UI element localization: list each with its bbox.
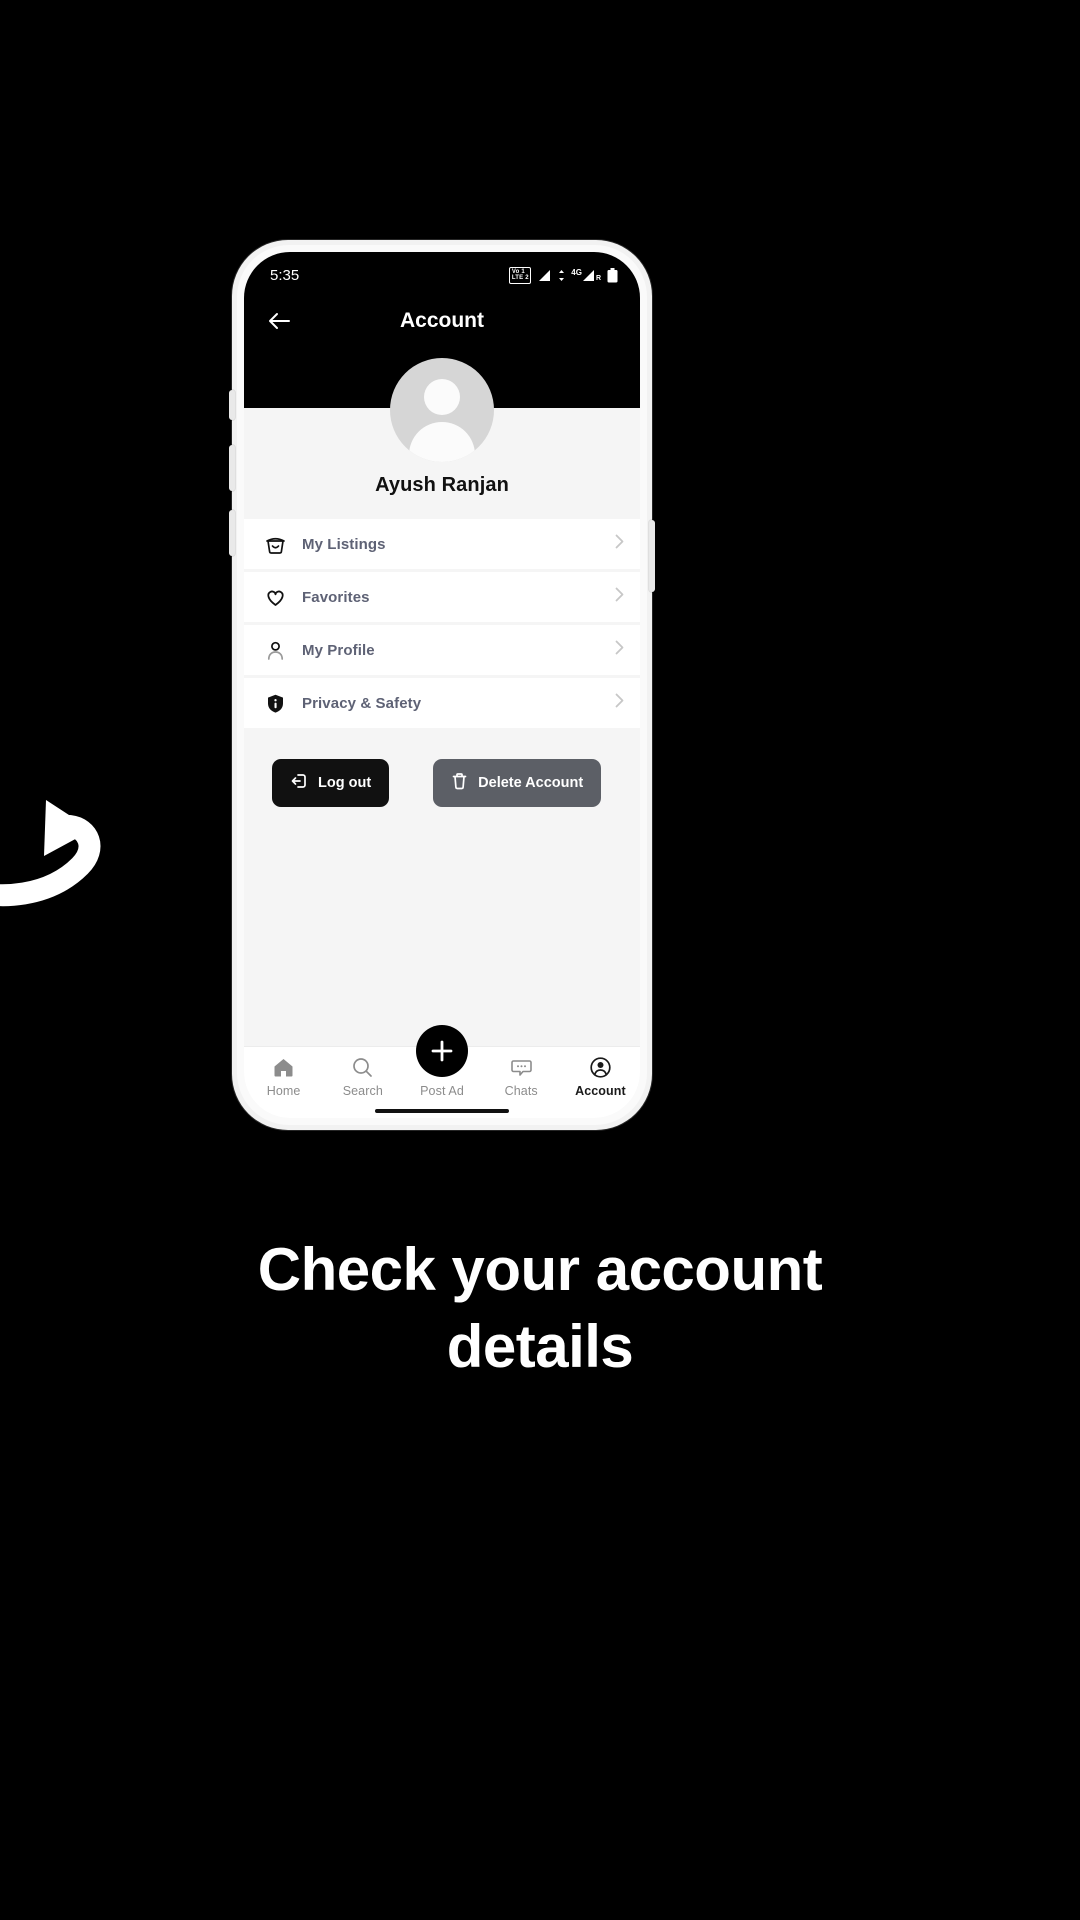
phone-screen: 5:35 Vo 1 LTE 2 4G R Account Ayush Ranja… <box>244 252 640 1118</box>
promo-headline-line1: Check your account <box>257 1236 823 1303</box>
delete-account-button-label: Delete Account <box>478 775 584 791</box>
menu-item-my-listings[interactable]: My Listings <box>244 519 640 569</box>
logout-button[interactable]: Log out <box>272 759 390 807</box>
home-icon <box>272 1055 295 1079</box>
volte-icon: Vo 1 LTE 2 <box>509 266 532 284</box>
account-actions: Log out Delete Account <box>244 731 640 807</box>
menu-item-favorites[interactable]: Favorites <box>244 572 640 622</box>
nav-item-chats[interactable]: Chats <box>482 1055 561 1098</box>
profile-name: Ayush Ranjan <box>375 474 509 496</box>
signal-4g-icon <box>582 269 594 281</box>
logout-icon <box>290 772 308 794</box>
phone-silent-switch <box>229 390 235 420</box>
signal-bars-icon <box>539 269 551 281</box>
chevron-right-icon <box>615 640 624 660</box>
curved-arrow-icon <box>0 800 101 907</box>
status-bar: 5:35 Vo 1 LTE 2 4G R <box>244 252 640 292</box>
back-arrow-icon[interactable] <box>262 304 296 338</box>
shield-info-icon <box>262 690 288 716</box>
promo-headline-line2: details <box>446 1312 634 1380</box>
person-icon <box>262 637 288 663</box>
nav-item-label: Search <box>342 1084 383 1098</box>
menu-item-privacy-safety[interactable]: Privacy & Safety <box>244 678 640 728</box>
roaming-label: R <box>595 274 601 282</box>
menu-item-label: My Profile <box>302 641 375 659</box>
menu-item-my-profile[interactable]: My Profile <box>244 625 640 675</box>
delete-account-button[interactable]: Delete Account <box>433 759 602 807</box>
phone-volume-up-button <box>229 445 235 491</box>
account-content: Ayush Ranjan My Listings Favorites My Pr… <box>244 408 640 1118</box>
promo-headline: Check your account details <box>0 1232 1080 1386</box>
profile-header <box>244 350 640 462</box>
nav-item-label: Post Ad <box>420 1084 464 1098</box>
battery-icon <box>607 267 618 282</box>
heart-icon <box>262 584 288 610</box>
menu-item-label: Privacy & Safety <box>302 694 422 712</box>
nav-item-label: Home <box>266 1084 301 1098</box>
nav-item-search[interactable]: Search <box>323 1055 402 1098</box>
network-type-label: 4G <box>571 267 582 277</box>
phone-power-button <box>649 520 655 592</box>
nav-item-label: Chats <box>504 1084 538 1098</box>
menu-item-label: Favorites <box>302 588 370 606</box>
chevron-right-icon <box>615 693 624 713</box>
logout-button-label: Log out <box>318 775 372 791</box>
phone-mockup: 5:35 Vo 1 LTE 2 4G R Account Ayush Ranja… <box>229 240 655 1130</box>
status-time: 5:35 <box>270 266 300 284</box>
account-menu-list: My Listings Favorites My Profile Privacy… <box>244 519 640 731</box>
account-circle-icon <box>589 1055 612 1079</box>
nav-item-label: Account <box>575 1084 626 1098</box>
basket-icon <box>262 531 288 557</box>
chat-bubble-icon <box>510 1055 533 1079</box>
home-indicator <box>375 1109 509 1113</box>
menu-item-label: My Listings <box>302 535 386 553</box>
nav-item-account[interactable]: Account <box>561 1055 640 1098</box>
search-icon <box>351 1055 374 1079</box>
trash-icon <box>451 772 468 794</box>
bottom-navigation: Home Search Post Ad Chats Account <box>244 1025 640 1118</box>
chevron-right-icon <box>615 534 624 554</box>
avatar-head <box>424 379 460 415</box>
app-bar: Account <box>244 292 640 350</box>
post-ad-fab-button[interactable] <box>416 1025 468 1077</box>
status-icons: Vo 1 LTE 2 4G R <box>509 266 618 284</box>
chevron-right-icon <box>615 587 624 607</box>
nav-item-home[interactable]: Home <box>244 1055 323 1098</box>
avatar-body <box>409 422 475 462</box>
phone-volume-down-button <box>229 510 235 556</box>
plus-icon <box>431 1040 453 1062</box>
avatar <box>390 358 494 462</box>
page-title: Account <box>400 309 484 332</box>
data-arrows-icon <box>559 269 565 281</box>
